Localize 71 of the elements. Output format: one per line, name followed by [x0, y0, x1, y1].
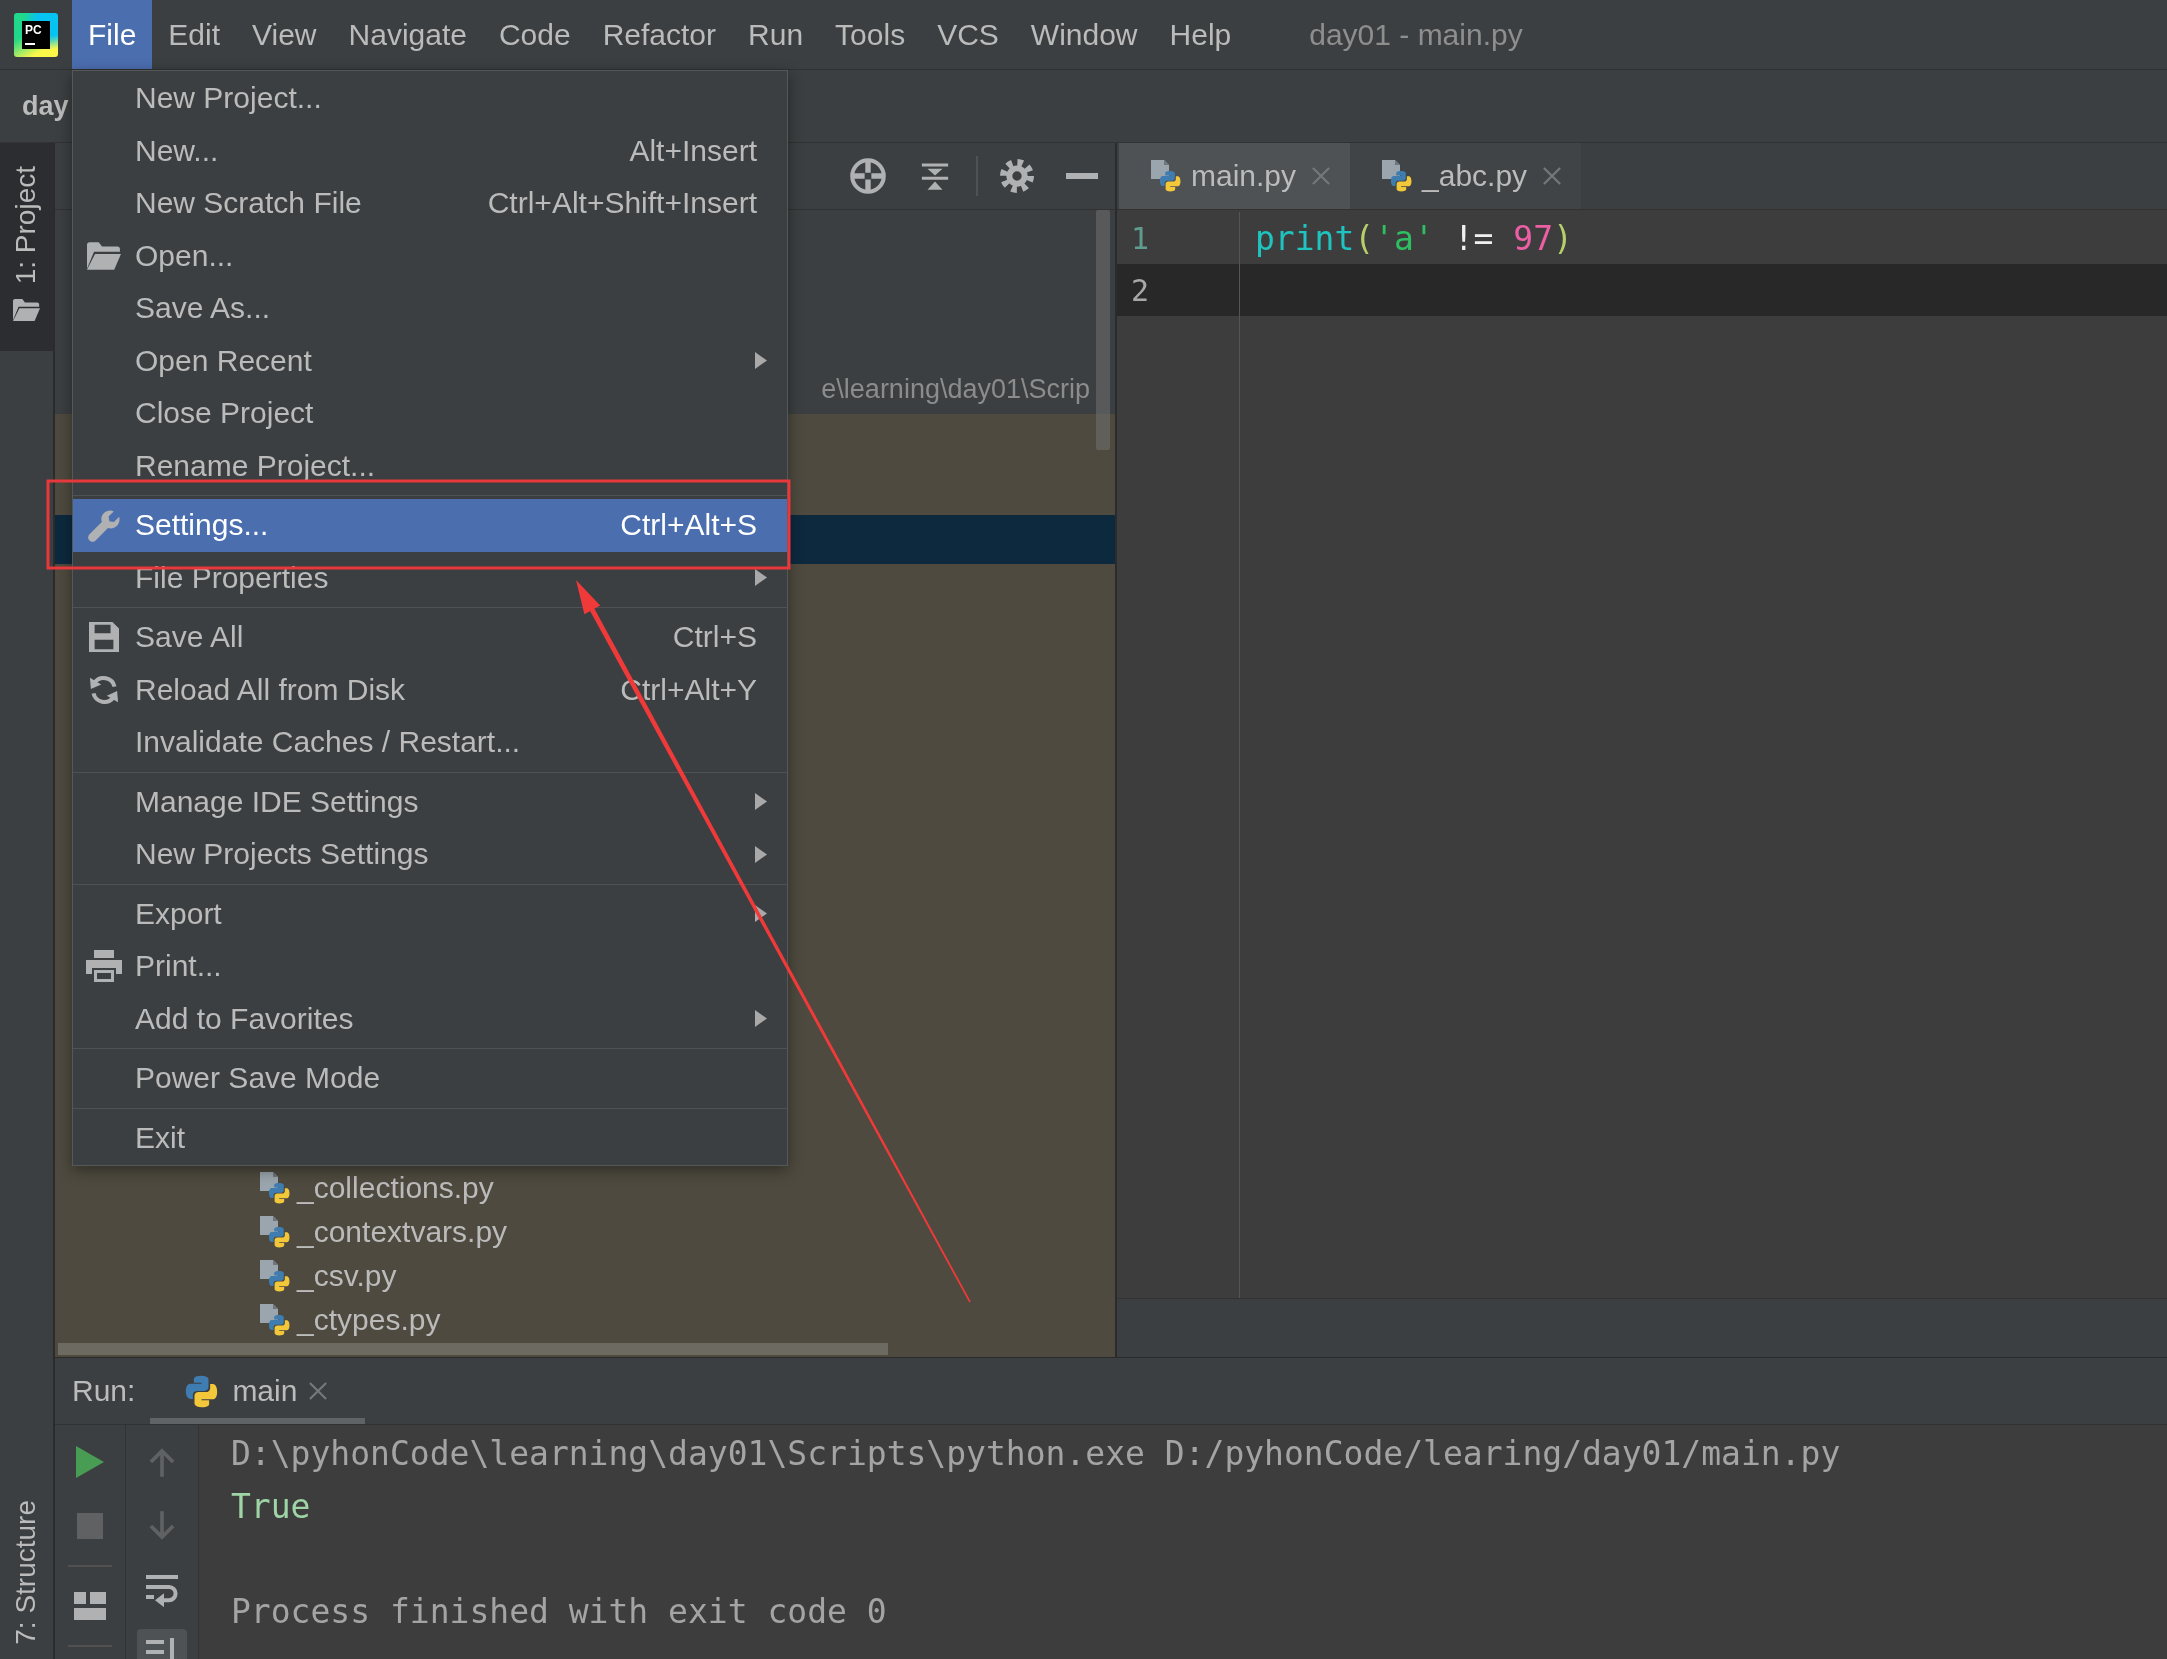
- menu-item[interactable]: Invalidate Caches / Restart...: [73, 716, 787, 769]
- menu-bar-item[interactable]: Run: [732, 0, 820, 69]
- folder-icon: [13, 299, 40, 322]
- menu-bar-item[interactable]: Edit: [152, 0, 237, 69]
- horizontal-scrollbar[interactable]: [58, 1343, 888, 1355]
- path-text: e\learning\day01\Scrip: [821, 373, 1090, 406]
- code-line: print('a' != 97): [1255, 217, 1573, 260]
- menu-bar-item[interactable]: View: [236, 0, 333, 69]
- console-line: Process finished with exit code 0: [231, 1590, 887, 1633]
- collapse-all-icon[interactable]: [920, 162, 950, 190]
- menu-item[interactable]: Print...: [73, 940, 787, 993]
- python-file-icon: [1149, 160, 1181, 192]
- settings-icon[interactable]: [1000, 159, 1034, 193]
- menu-bar-item[interactable]: File: [72, 0, 153, 69]
- reload-icon: [89, 674, 119, 705]
- tree-item[interactable]: _contextvars.py: [258, 1210, 508, 1254]
- app-logo: PC: [14, 12, 58, 57]
- menu-item[interactable]: New Projects Settings: [73, 828, 787, 881]
- window-title: day01 - main.py: [1309, 17, 1523, 52]
- python-file-icon: [258, 1172, 290, 1204]
- menu-item[interactable]: Close Project: [73, 387, 787, 440]
- shortcut-text: Ctrl+Alt+Shift+Insert: [487, 186, 758, 221]
- wrench-icon: [88, 508, 120, 542]
- menu-bar-item[interactable]: Window: [1014, 0, 1154, 69]
- line-number: 1: [1131, 220, 1150, 256]
- editor-tab[interactable]: _abc.py: [1350, 143, 1582, 209]
- tree-item[interactable]: _collections.py: [258, 1166, 494, 1210]
- crosshair-icon[interactable]: [850, 158, 886, 194]
- menu-bar-item[interactable]: Help: [1153, 0, 1248, 69]
- printer-icon: [86, 950, 122, 983]
- python-file-icon: [258, 1304, 290, 1336]
- tool-window-tab[interactable]: 7: Structure: [0, 1486, 53, 1659]
- menu-item[interactable]: Open Recent: [73, 334, 787, 387]
- menu-bar-item[interactable]: Refactor: [586, 0, 733, 69]
- shortcut-text: Ctrl+S: [672, 620, 758, 655]
- menu-bar-item[interactable]: VCS: [921, 0, 1015, 69]
- close-icon[interactable]: [1543, 167, 1562, 185]
- menu-item[interactable]: Save All Ctrl+S: [73, 611, 787, 664]
- vertical-scrollbar[interactable]: [1096, 210, 1110, 450]
- shortcut-text: Ctrl+Alt+S: [620, 508, 758, 543]
- folder-icon: [87, 241, 121, 270]
- menu-bar-item[interactable]: Code: [482, 0, 587, 69]
- menu-item[interactable]: New... Alt+Insert: [73, 124, 787, 177]
- tool-window-tab[interactable]: 1: Project: [0, 143, 53, 352]
- python-file-icon: [258, 1216, 290, 1248]
- menu-item[interactable]: Rename Project...: [73, 439, 787, 492]
- close-icon[interactable]: [309, 1382, 328, 1400]
- panel-title: Run:: [72, 1374, 136, 1408]
- tree-item[interactable]: _ctypes.py: [258, 1298, 441, 1342]
- menu-bar-item[interactable]: Navigate: [332, 0, 483, 69]
- menu-item[interactable]: Add to Favorites: [73, 992, 787, 1045]
- menu-item[interactable]: New Project...: [73, 72, 787, 125]
- menu-item[interactable]: Open...: [73, 229, 787, 282]
- menu-bar-item[interactable]: Tools: [819, 0, 922, 69]
- menu-item[interactable]: Settings... Ctrl+Alt+S: [73, 499, 787, 552]
- shortcut-text: Alt+Insert: [629, 133, 758, 168]
- console-line: D:\pyhonCode\learning\day01\Scripts\python.exe D:/pyhonCode/learing/day01/main.py: [231, 1433, 1841, 1475]
- menu-item[interactable]: Power Save Mode: [73, 1052, 787, 1105]
- editor-tab[interactable]: main.py: [1119, 143, 1351, 209]
- close-icon[interactable]: [1312, 167, 1331, 185]
- tree-item[interactable]: _csv.py: [258, 1254, 397, 1298]
- breadcrumb-item[interactable]: day: [22, 90, 69, 122]
- line-number: 2: [1131, 272, 1150, 308]
- menu-item[interactable]: Manage IDE Settings: [73, 775, 787, 828]
- python-file-icon: [1380, 160, 1413, 192]
- python-file-icon: [258, 1260, 290, 1292]
- menu-item[interactable]: Exit: [73, 1111, 787, 1164]
- console-line: True: [231, 1485, 311, 1528]
- python-icon: [185, 1374, 219, 1408]
- menu-item[interactable]: New Scratch File Ctrl+Alt+Shift+Insert: [73, 177, 787, 230]
- menu-item[interactable]: Save As...: [73, 282, 787, 335]
